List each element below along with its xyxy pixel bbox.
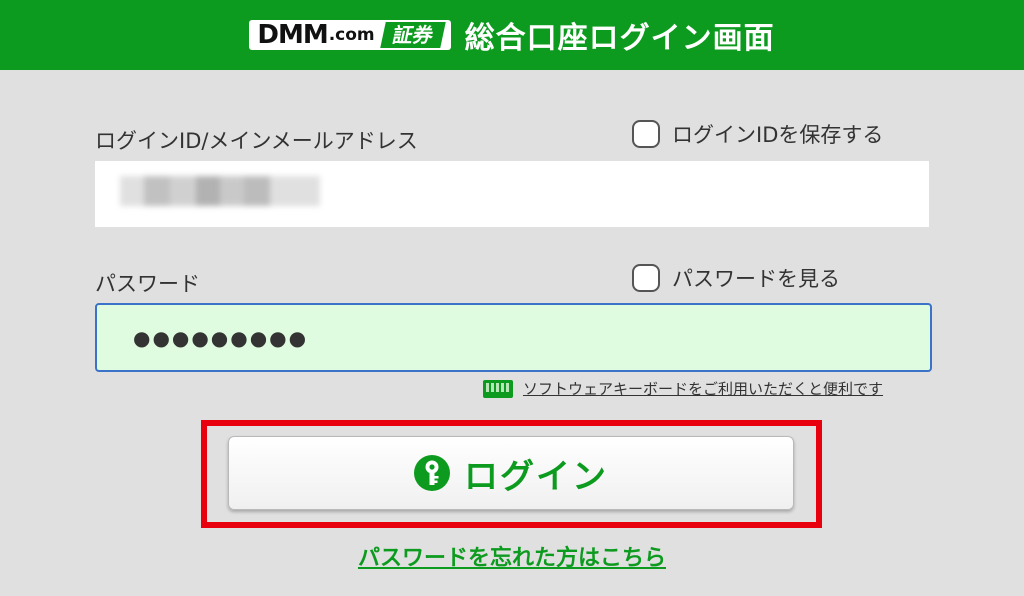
dmm-logo: DMM .com 証券 — [249, 20, 451, 50]
key-icon — [414, 455, 450, 491]
show-password-checkbox-box[interactable] — [632, 264, 660, 292]
login-id-label: ログインID/メインメールアドレス — [95, 129, 418, 153]
password-mask: ●●●●●●●●● — [133, 325, 309, 350]
show-password-checkbox-label: パスワードを見る — [672, 267, 840, 291]
logo-com-text: .com — [328, 25, 375, 45]
password-input[interactable]: ●●●●●●●●● — [95, 303, 932, 372]
logo-securities-badge: 証券 — [379, 22, 446, 48]
header-bar: DMM .com 証券 総合口座ログイン画面 — [0, 0, 1024, 70]
logo-dmm-text: DMM — [257, 20, 328, 50]
login-button-label: ログイン — [464, 456, 608, 497]
show-password-checkbox[interactable]: パスワードを見る — [632, 263, 840, 293]
keyboard-icon[interactable] — [483, 379, 513, 398]
save-id-checkbox-label: ログインIDを保存する — [672, 123, 884, 147]
page-title: 総合口座ログイン画面 — [464, 21, 775, 56]
password-label: パスワード — [95, 272, 200, 296]
forgot-password-link[interactable]: パスワードを忘れた方はこちら — [358, 546, 666, 571]
login-button[interactable]: ログイン — [228, 436, 794, 510]
save-id-checkbox-box[interactable] — [632, 120, 660, 148]
software-keyboard-link-row[interactable]: ソフトウェアキーボードをご利用いただくと便利です — [483, 378, 883, 399]
forgot-password-row: パスワードを忘れた方はこちら — [0, 540, 1024, 572]
save-id-checkbox[interactable]: ログインIDを保存する — [632, 119, 883, 149]
obscured-login-id-value — [120, 176, 320, 206]
software-keyboard-link[interactable]: ソフトウェアキーボードをご利用いただくと便利です — [523, 378, 883, 399]
